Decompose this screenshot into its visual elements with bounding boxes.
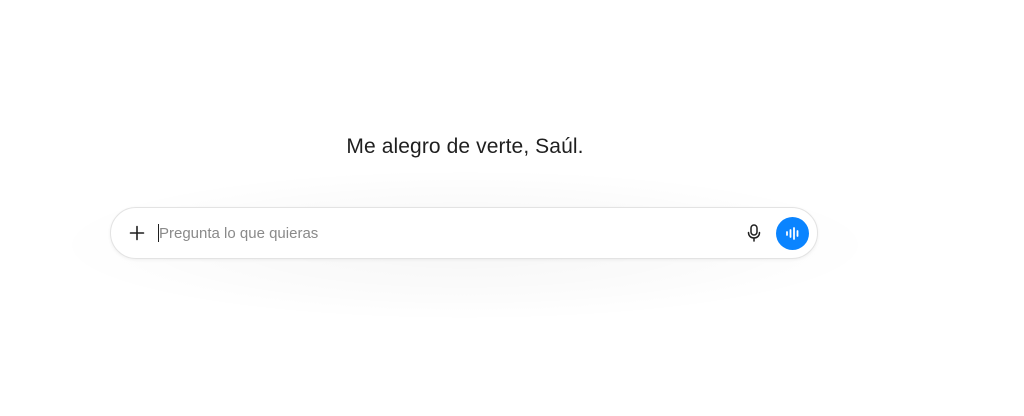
prompt-composer — [110, 207, 818, 259]
greeting-heading: Me alegro de verte, Saúl. — [346, 135, 584, 158]
dictate-button[interactable] — [742, 221, 766, 245]
prompt-input[interactable] — [159, 222, 719, 244]
chat-home: Me alegro de verte, Saúl. — [0, 0, 1024, 416]
voice-button-fill — [776, 217, 809, 250]
prompt-input-wrapper — [158, 222, 728, 244]
voice-mode-button[interactable] — [776, 217, 809, 250]
microphone-icon — [747, 224, 761, 242]
plus-icon — [129, 225, 145, 241]
voice-wave-icon — [776, 217, 809, 250]
attach-button[interactable] — [125, 221, 149, 245]
